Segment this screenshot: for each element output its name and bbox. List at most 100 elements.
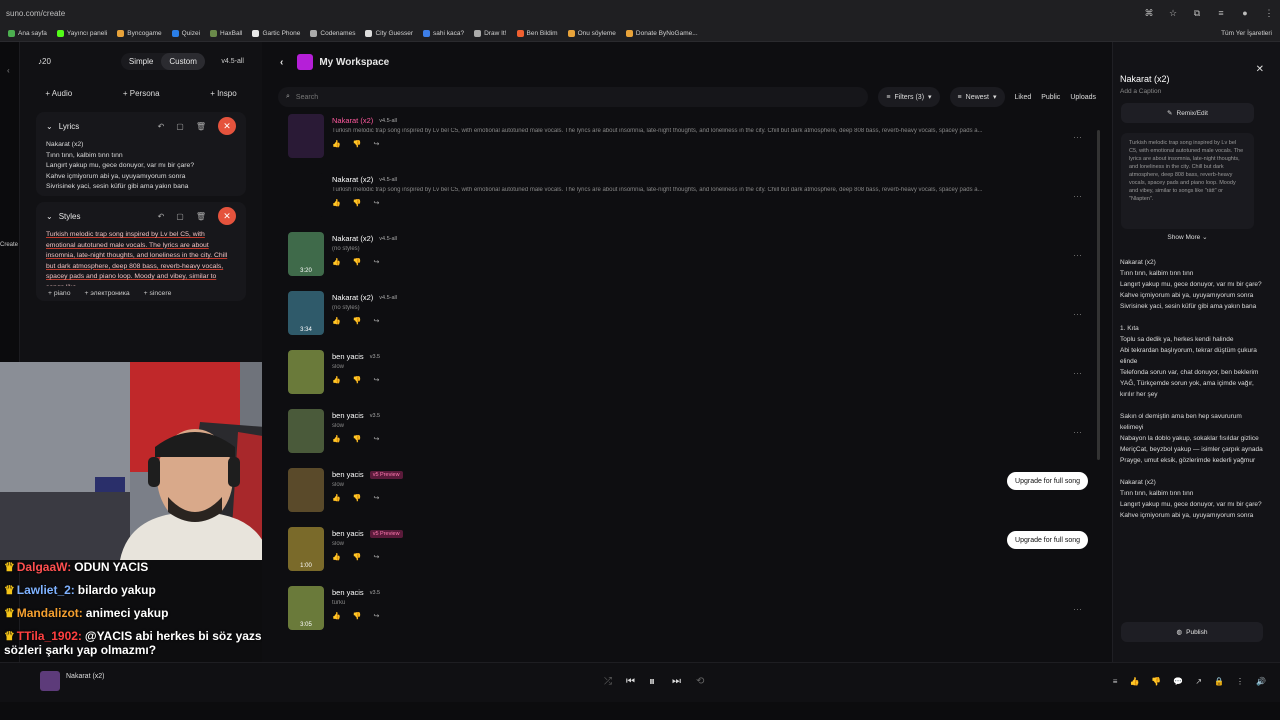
mode-toggle[interactable]: Simple Custom [120, 52, 205, 70]
song-row[interactable]: Nakarat (x2) v4.5-all Turkish melodic trap… [262, 112, 1112, 171]
bookmark-item[interactable]: Draw It! [474, 30, 507, 37]
browser-url-bar[interactable]: suno.com/create ⌘ ☆ ⧉ ≡ ● ⋮ [0, 0, 1280, 26]
model-version-select[interactable]: v4.5-all [221, 58, 244, 65]
song-row[interactable]: ben yacis v3.5 slow 👍 👎 ↪ ··· [262, 348, 1112, 407]
chevron-down-icon[interactable]: ⌄ [46, 212, 53, 221]
bookmark-item[interactable]: Ben Bildim [516, 30, 558, 37]
bookmark-item[interactable]: Codenames [310, 30, 355, 37]
bookmark-item[interactable]: Gartic Phone [252, 30, 300, 37]
song-row[interactable]: 3:05 ben yacis v3.5 türkü 👍 👎 ↪ ··· [262, 584, 1112, 643]
share-icon[interactable]: ↪ [373, 612, 379, 620]
volume-icon[interactable]: 🔊 [1256, 677, 1266, 686]
undo-icon[interactable]: ↶ [158, 212, 165, 221]
song-row[interactable]: 1:00 ben yacis v5 Preview slow 👍 👎 ↪ Upgrade fo… [262, 525, 1112, 584]
style-tag[interactable]: + электроника [85, 290, 130, 297]
song-row[interactable]: 3:20 Nakarat (x2) v4.5-all (no styles) 👍 👎 ↪ ··… [262, 230, 1112, 289]
copy-icon[interactable]: ▢ [176, 212, 184, 221]
all-bookmarks-button[interactable]: Tüm Yer İşaretleri [1221, 30, 1272, 37]
previous-icon[interactable]: ⏮ [626, 676, 635, 687]
bookmark-item[interactable]: HaxBall [210, 30, 242, 37]
like-icon[interactable]: 👍 [332, 553, 341, 561]
song-title[interactable]: Nakarat (x2) [332, 116, 373, 125]
song-row[interactable]: ben yacis v5 Preview slow 👍 👎 ↪ Upgrade for fu… [262, 466, 1112, 525]
like-icon[interactable]: 👍 [332, 317, 341, 325]
add-audio-button[interactable]: + Audio [45, 89, 72, 98]
like-icon[interactable]: 👍 [332, 435, 341, 443]
more-options-icon[interactable]: ··· [1073, 604, 1082, 614]
bookmark-item[interactable]: Quizei [171, 30, 200, 37]
profile-avatar[interactable]: ● [1240, 8, 1250, 18]
copy-icon[interactable]: ▢ [176, 122, 184, 131]
clear-styles-button[interactable]: ✕ [218, 207, 236, 225]
now-playing-art[interactable] [40, 671, 60, 691]
like-icon[interactable]: 👍 [332, 376, 341, 384]
song-cover[interactable] [288, 173, 324, 217]
kebab-icon[interactable]: ⋮ [1264, 8, 1274, 18]
song-title[interactable]: Nakarat (x2) [332, 293, 373, 302]
song-cover[interactable]: 3:20 [288, 232, 324, 276]
upgrade-button[interactable]: Upgrade for full song [1007, 472, 1088, 490]
like-icon[interactable]: 👍 [1129, 677, 1139, 686]
create-nav-label[interactable]: Create [0, 242, 18, 248]
filters-button[interactable]: ≡ Filters (3) ▾ [878, 87, 940, 107]
more-options-icon[interactable]: ··· [1073, 132, 1082, 142]
bookmark-item[interactable]: Byncogame [117, 30, 162, 37]
show-more-button[interactable]: Show More ⌄ [1113, 233, 1262, 241]
share-icon[interactable]: ↪ [373, 435, 379, 443]
song-title[interactable]: ben yacis [332, 529, 364, 538]
comment-icon[interactable]: 💬 [1173, 677, 1183, 686]
share-icon[interactable]: ↪ [373, 317, 379, 325]
share-icon[interactable]: ↪ [373, 553, 379, 561]
dislike-icon[interactable]: 👎 [353, 553, 362, 561]
song-title[interactable]: ben yacis [332, 470, 364, 479]
chevron-left-icon[interactable]: ‹ [7, 66, 10, 75]
more-options-icon[interactable]: ··· [1073, 250, 1082, 260]
mode-custom[interactable]: Custom [161, 52, 205, 70]
lock-icon[interactable]: 🔒 [1214, 677, 1224, 686]
mode-simple[interactable]: Simple [121, 53, 161, 70]
remix-edit-button[interactable]: ✎ Remix/Edit [1121, 103, 1254, 123]
more-options-icon[interactable]: ··· [1073, 191, 1082, 201]
add-caption-link[interactable]: Add a Caption [1113, 84, 1280, 95]
extensions-icon[interactable]: ⧉ [1192, 8, 1202, 18]
trash-icon[interactable]: 🗑 [196, 212, 206, 221]
like-icon[interactable]: 👍 [332, 258, 341, 266]
pause-icon[interactable]: ⏸ [649, 674, 655, 689]
close-icon[interactable]: ✕ [1256, 64, 1264, 75]
dislike-icon[interactable]: 👎 [353, 140, 362, 148]
now-playing-title[interactable]: Nakarat (x2) [66, 673, 105, 680]
next-icon[interactable]: ⏭ [672, 676, 681, 687]
song-title[interactable]: Nakarat (x2) [332, 234, 373, 243]
dislike-icon[interactable]: 👎 [1151, 677, 1161, 686]
song-cover[interactable] [288, 468, 324, 512]
style-tag[interactable]: + piano [48, 290, 71, 297]
song-cover[interactable]: 3:34 [288, 291, 324, 335]
dislike-icon[interactable]: 👎 [353, 435, 362, 443]
song-title[interactable]: ben yacis [332, 352, 364, 361]
dislike-icon[interactable]: 👎 [353, 494, 362, 502]
like-icon[interactable]: 👍 [332, 494, 341, 502]
tab-uploads[interactable]: Uploads [1070, 94, 1096, 101]
song-row[interactable]: Nakarat (x2) v4.5-all Turkish melodic trap… [262, 171, 1112, 230]
share-icon[interactable]: ↪ [373, 258, 379, 266]
menu-icon[interactable]: ≡ [1216, 8, 1226, 18]
url-text[interactable]: suno.com/create [6, 9, 1130, 18]
dislike-icon[interactable]: 👎 [353, 376, 362, 384]
song-cover[interactable]: 1:00 [288, 527, 324, 571]
bookmark-item[interactable]: City Guesser [365, 30, 413, 37]
repeat-icon[interactable]: ⟲ [696, 676, 704, 687]
dislike-icon[interactable]: 👎 [353, 199, 362, 207]
song-title[interactable]: ben yacis [332, 411, 364, 420]
share-icon[interactable]: ↗ [1195, 677, 1202, 686]
like-icon[interactable]: 👍 [332, 140, 341, 148]
bookmark-item[interactable]: Onu söyleme [567, 30, 616, 37]
bookmark-item[interactable]: sahi kaca? [423, 30, 464, 37]
lyrics-textarea[interactable]: Nakarat (x2) Tınn tınn, kalbim tınn tınn… [36, 140, 246, 196]
styles-textarea[interactable]: Turkish melodic trap song inspired by Lv… [36, 230, 246, 286]
translate-icon[interactable]: ⌘ [1144, 8, 1154, 18]
upgrade-button[interactable]: Upgrade for full song [1007, 531, 1088, 549]
publish-button[interactable]: ◍ Publish [1121, 622, 1263, 642]
bookmark-item[interactable]: Ana sayfa [8, 30, 47, 37]
share-icon[interactable]: ↪ [373, 199, 379, 207]
song-row[interactable]: 3:34 Nakarat (x2) v4.5-all (no styles) 👍 👎 ↪ ··… [262, 289, 1112, 348]
